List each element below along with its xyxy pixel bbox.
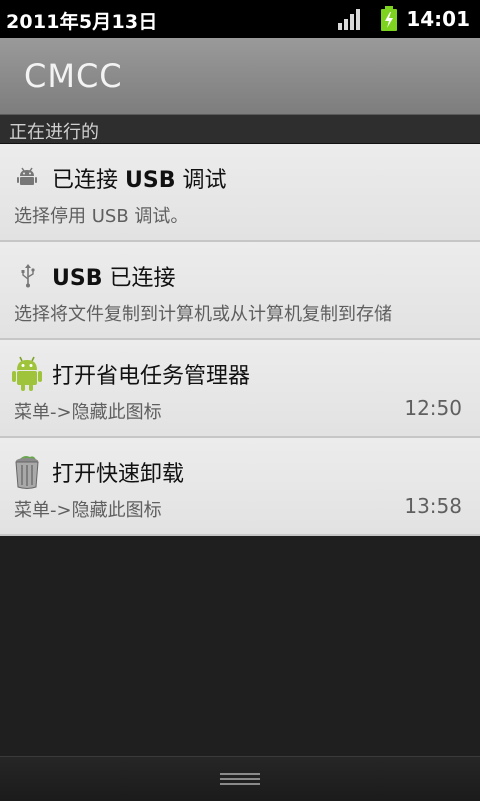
notification-title: 打开省电任务管理器 bbox=[52, 364, 251, 389]
title-bold: USB bbox=[52, 266, 103, 291]
title-suffix: 调试 bbox=[182, 168, 227, 193]
notification-description: 选择停用 USB 调试。 bbox=[14, 206, 189, 227]
notification-usb-debugging[interactable]: 已连接 USB 调试 选择停用 USB 调试。 bbox=[0, 144, 480, 242]
notification-shade-handle[interactable] bbox=[0, 756, 480, 801]
carrier-bar: CMCC bbox=[0, 38, 480, 115]
title-suffix: 已连接 bbox=[109, 266, 176, 291]
notification-time: 13:58 bbox=[404, 494, 462, 518]
title-bold: USB bbox=[125, 168, 176, 193]
drag-handle-icon bbox=[220, 773, 260, 785]
title-prefix: 已连接 bbox=[52, 168, 119, 193]
notification-list: 已连接 USB 调试 选择停用 USB 调试。 USB 已连接 选择将文件复制到… bbox=[0, 144, 480, 536]
status-date: 2011年5月13日 bbox=[6, 11, 158, 33]
notification-description: 选择将文件复制到计算机或从计算机复制到存储 bbox=[14, 304, 392, 325]
notification-title: 打开快速卸载 bbox=[52, 462, 185, 487]
uninstall-trash-icon bbox=[15, 456, 39, 489]
notification-title: 已连接 USB 调试 bbox=[52, 162, 227, 194]
android-task-manager-icon bbox=[12, 356, 42, 391]
notification-usb-connected[interactable]: USB 已连接 选择将文件复制到计算机或从计算机复制到存储 bbox=[0, 242, 480, 340]
ongoing-title: 正在进行的 bbox=[9, 122, 99, 143]
notification-description: 菜单->隐藏此图标 bbox=[14, 500, 162, 521]
carrier-name: CMCC bbox=[24, 57, 123, 95]
status-bar: 2011年5月13日 14:01 bbox=[0, 0, 480, 38]
android-debug-icon bbox=[17, 167, 37, 185]
usb-icon bbox=[21, 264, 35, 288]
notification-description: 菜单->隐藏此图标 bbox=[14, 402, 162, 423]
battery-charging-icon bbox=[381, 6, 397, 31]
signal-icon bbox=[338, 9, 360, 30]
ongoing-header: 正在进行的 bbox=[0, 115, 480, 144]
notification-title: USB 已连接 bbox=[52, 260, 176, 292]
notification-time: 12:50 bbox=[404, 396, 462, 420]
notification-quick-uninstall[interactable]: 打开快速卸载 菜单->隐藏此图标 13:58 bbox=[0, 438, 480, 536]
notification-task-manager[interactable]: 打开省电任务管理器 菜单->隐藏此图标 12:50 bbox=[0, 340, 480, 438]
status-time: 14:01 bbox=[406, 7, 470, 31]
